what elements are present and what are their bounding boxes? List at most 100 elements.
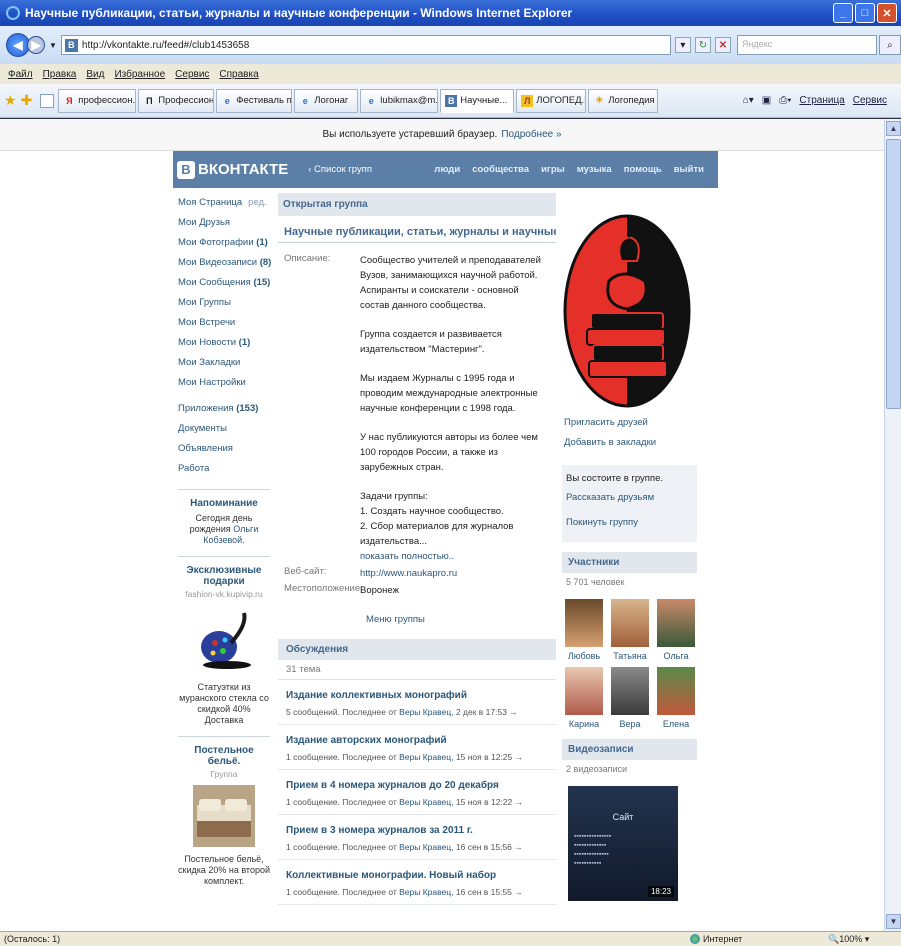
nav-music[interactable]: музыка — [577, 164, 612, 175]
print-icon[interactable]: ⎙▾ — [779, 95, 791, 106]
sidebar-item-ads[interactable]: Объявления — [178, 439, 270, 459]
nav-logout[interactable]: выйти — [674, 164, 704, 175]
sidebar-item-friends[interactable]: Мои Друзья — [178, 213, 270, 233]
member-card[interactable]: Любовь — [562, 599, 606, 661]
search-icon[interactable]: ⌕ — [878, 35, 901, 55]
tab-5-active[interactable]: ВНаучные...✕ — [440, 88, 515, 113]
zoom-level[interactable]: 🔍100% ▾ — [828, 934, 869, 945]
favorites-star-icon[interactable]: ★ — [4, 92, 17, 109]
topic-title-link[interactable]: Коллективные монографии. Новый набор — [286, 870, 548, 881]
sidebar-item-messages[interactable]: Мои Сообщения (15) — [178, 273, 270, 293]
add-favorite-icon[interactable]: ✚ — [21, 92, 33, 109]
sidebar-item-apps[interactable]: Приложения (153) — [178, 399, 270, 419]
sidebar-item-photos[interactable]: Мои Фотографии (1) — [178, 233, 270, 253]
sidebar-item-settings[interactable]: Мои Настройки — [178, 373, 270, 393]
member-card[interactable]: Ольга — [654, 599, 698, 661]
more-info-link[interactable]: Подробнее » — [501, 129, 561, 140]
home-icon[interactable]: ⌂▾ — [743, 95, 754, 106]
menu-edit[interactable]: Правка — [43, 69, 77, 80]
topic-author-link[interactable]: Веры Кравец, — [399, 707, 453, 717]
topic-author-link[interactable]: Веры Кравец, — [399, 797, 453, 807]
tab-1[interactable]: ППрофессион... — [138, 88, 215, 113]
invite-friends-link[interactable]: Пригласить друзей — [562, 417, 697, 433]
stop-icon[interactable]: ✕ — [714, 37, 731, 53]
avatar — [565, 599, 603, 647]
topic-title-link[interactable]: Издание авторских монографий — [286, 735, 548, 746]
member-card[interactable]: Вера — [608, 667, 652, 729]
video-thumbnail[interactable]: Сайт ▪▪▪▪▪▪▪▪▪▪▪▪▪▪▪ ▪▪▪▪▪▪▪▪▪▪▪▪▪ ▪▪▪▪▪▪▪… — [568, 786, 678, 901]
discussions-header[interactable]: Обсуждения — [278, 639, 556, 660]
topic-title-link[interactable]: Издание коллективных монографий — [286, 690, 548, 701]
menu-tools[interactable]: Сервис — [175, 69, 209, 80]
vk-icon: В — [445, 94, 458, 107]
sidebar-item-events[interactable]: Мои Встречи — [178, 313, 270, 333]
tab-7[interactable]: ☀Логопедия ... — [588, 88, 659, 113]
vertical-scrollbar[interactable]: ▲ ▼ — [884, 119, 901, 931]
member-card[interactable]: Татьяна — [608, 599, 652, 661]
close-button[interactable]: ✕ — [877, 3, 897, 23]
bedding-image[interactable] — [193, 785, 255, 847]
bedding-ad[interactable]: Постельное бельё. Группа Постельное бель… — [178, 736, 270, 887]
sidebar-item-groups[interactable]: Мои Группы — [178, 293, 270, 313]
topic-author-link[interactable]: Веры Кравец, — [399, 887, 453, 897]
nav-help[interactable]: помощь — [624, 164, 662, 175]
groups-list-link[interactable]: ‹ Список групп — [308, 164, 372, 175]
my-page-link[interactable]: Моя Страница — [178, 197, 242, 208]
menu-file[interactable]: Файл — [8, 69, 33, 80]
page-menu[interactable]: Страница — [799, 95, 844, 106]
sidebar-item-jobs[interactable]: Работа — [178, 459, 270, 479]
menu-help[interactable]: Справка — [219, 69, 258, 80]
videos-header[interactable]: Видеозаписи — [562, 739, 697, 760]
feeds-icon[interactable]: ▣ — [762, 95, 771, 106]
tools-menu[interactable]: Сервис — [853, 95, 887, 106]
scroll-down-icon[interactable]: ▼ — [886, 914, 901, 929]
website-link[interactable]: http://www.naukapro.ru — [360, 568, 457, 579]
nav-people[interactable]: люди — [434, 164, 460, 175]
gifts-ad[interactable]: Эксклюзивные подарки fashion-vk.kupivip.… — [178, 556, 270, 726]
minimize-button[interactable]: _ — [833, 3, 853, 23]
history-dropdown-icon[interactable]: ▼ — [49, 41, 57, 50]
leave-group-link[interactable]: Покинуть группу — [566, 517, 693, 528]
bedding-title[interactable]: Постельное бельё. — [178, 745, 270, 767]
tell-friends-link[interactable]: Рассказать друзьям — [566, 492, 693, 503]
gifts-title[interactable]: Эксклюзивные подарки — [178, 565, 270, 587]
sidebar-item-news[interactable]: Мои Новости (1) — [178, 333, 270, 353]
video-text-lines: ▪▪▪▪▪▪▪▪▪▪▪▪▪▪▪ ▪▪▪▪▪▪▪▪▪▪▪▪▪ ▪▪▪▪▪▪▪▪▪▪▪▪… — [574, 833, 612, 867]
address-input[interactable]: В http://vkontakte.ru/feed#/club1453658 — [60, 35, 671, 55]
glass-snail-image[interactable] — [189, 605, 259, 675]
topic-title-link[interactable]: Прием в 3 номера журналов за 2011 г. — [286, 825, 548, 836]
refresh-icon[interactable]: ↻ — [694, 37, 711, 53]
topic-author-link[interactable]: Веры Кравец, — [399, 842, 453, 852]
add-bookmark-link[interactable]: Добавить в закладки — [562, 437, 697, 453]
address-dropdown-icon[interactable]: ▾ — [674, 37, 691, 53]
forward-button[interactable]: ▶ — [27, 36, 45, 54]
show-full-link[interactable]: показать полностью.. — [360, 551, 454, 562]
tab-3[interactable]: e Логонаг — [294, 88, 359, 113]
menu-view[interactable]: Вид — [86, 69, 104, 80]
tab-0[interactable]: Япрофессион... — [58, 88, 137, 113]
sidebar-item-videos[interactable]: Мои Видеозаписи (8) — [178, 253, 271, 273]
tab-4[interactable]: e lubikmax@m... — [360, 88, 439, 113]
tab-close-icon[interactable]: ✕ — [513, 95, 514, 106]
tab-2[interactable]: eФестиваль п... — [216, 88, 293, 113]
participants-header[interactable]: Участники — [562, 552, 697, 573]
member-card[interactable]: Елена — [654, 667, 698, 729]
scroll-up-icon[interactable]: ▲ — [886, 121, 901, 136]
maximize-button[interactable]: □ — [855, 3, 875, 23]
group-menu-link[interactable]: Меню группы — [366, 614, 556, 625]
group-avatar[interactable] — [562, 213, 692, 413]
nav-games[interactable]: игры — [541, 164, 565, 175]
quick-tabs-icon[interactable] — [40, 93, 55, 108]
tab-6[interactable]: ЛЛОГОПЕД.Р... — [516, 88, 587, 113]
edit-link[interactable]: ред. — [248, 197, 267, 208]
sidebar-item-documents[interactable]: Документы — [178, 419, 270, 439]
vk-logo[interactable]: В ВКОНТАКТЕ — [177, 160, 288, 179]
topic-author-link[interactable]: Веры Кравец, — [399, 752, 453, 762]
search-input[interactable]: Яндекс — [736, 35, 877, 55]
topic-title-link[interactable]: Прием в 4 номера журналов до 20 декабря — [286, 780, 548, 791]
menu-favorites[interactable]: Избранное — [114, 69, 165, 80]
sidebar-item-bookmarks[interactable]: Мои Закладки — [178, 353, 270, 373]
scroll-thumb[interactable] — [886, 139, 901, 409]
member-card[interactable]: Карина — [562, 667, 606, 729]
nav-communities[interactable]: сообщества — [472, 164, 529, 175]
